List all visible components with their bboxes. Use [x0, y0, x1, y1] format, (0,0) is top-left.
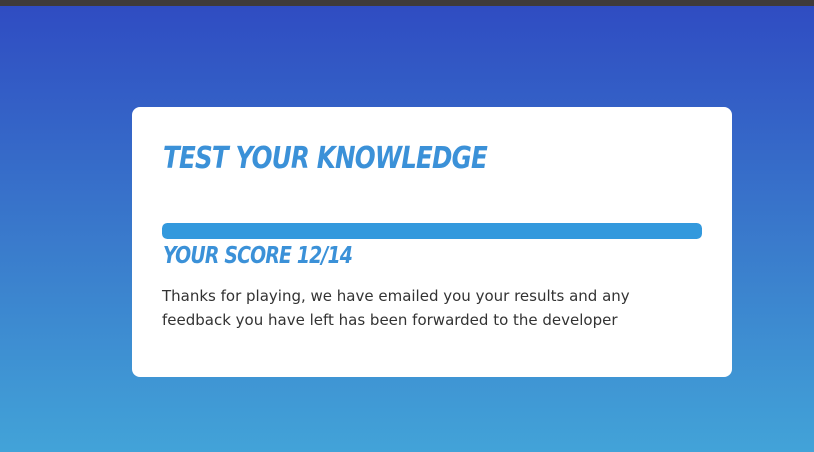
window-top-bar — [0, 0, 814, 6]
quiz-progress-bar — [162, 223, 702, 239]
result-message: Thanks for playing, we have emailed you … — [162, 287, 630, 329]
score-heading: Your Score 12/14 — [163, 243, 353, 269]
quiz-title: Test Your Knowledge — [163, 141, 488, 176]
quiz-result-card: Test Your Knowledge Your Score 12/14 Tha… — [132, 107, 732, 377]
quiz-progress-fill — [162, 223, 702, 239]
